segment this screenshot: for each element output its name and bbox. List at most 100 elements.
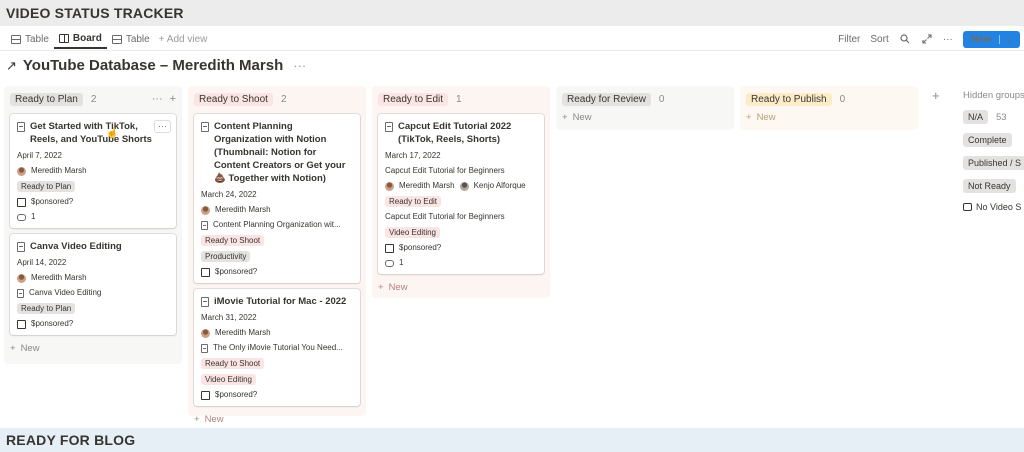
checkbox-icon[interactable] bbox=[17, 319, 26, 329]
tab-board[interactable]: Board bbox=[53, 29, 107, 49]
hidden-group-item[interactable]: Complete bbox=[963, 133, 1024, 147]
expand-icon[interactable] bbox=[921, 33, 933, 45]
card-title: iMovie Tutorial for Mac - 2022 bbox=[201, 295, 353, 308]
column-more-icon[interactable]: ··· bbox=[152, 93, 163, 105]
column-label[interactable]: Ready to Publish bbox=[746, 92, 832, 106]
page-icon bbox=[201, 297, 209, 307]
page-icon bbox=[17, 122, 25, 132]
section-title-video-status-tracker: VIDEO STATUS TRACKER bbox=[0, 0, 1024, 26]
avatar bbox=[201, 205, 210, 215]
avatar bbox=[201, 328, 210, 338]
category-tag: Productivity bbox=[201, 251, 251, 262]
sponsored-checkbox[interactable]: $ponsored? bbox=[17, 197, 169, 207]
database-title-text[interactable]: YouTube Database – Meredith Marsh bbox=[23, 57, 283, 74]
card-person: Meredith Marsh bbox=[17, 166, 169, 176]
column-new-button[interactable]: + New bbox=[378, 282, 544, 293]
card-title: Capcut Edit Tutorial 2022 (TikTok, Reels… bbox=[385, 120, 537, 146]
column-label[interactable]: Ready to Edit bbox=[378, 92, 449, 106]
plus-icon: + bbox=[194, 414, 200, 425]
column-new-button[interactable]: + New bbox=[194, 414, 360, 425]
column-label[interactable]: Ready to Plan bbox=[10, 92, 83, 106]
card-date: April 7, 2022 bbox=[17, 151, 62, 160]
tab-table-1[interactable]: Table bbox=[6, 29, 54, 49]
plus-icon: + bbox=[10, 343, 16, 354]
plus-icon: + bbox=[746, 112, 752, 123]
checkbox-icon[interactable] bbox=[385, 243, 394, 253]
more-options-icon[interactable]: ··· bbox=[943, 34, 953, 45]
status-tag: Ready to Plan bbox=[17, 181, 76, 192]
add-view-button[interactable]: + Add view bbox=[155, 34, 208, 45]
column-label[interactable]: Ready to Shoot bbox=[194, 92, 273, 106]
card-date: March 24, 2022 bbox=[201, 190, 257, 199]
tab-table-2[interactable]: Table bbox=[107, 29, 155, 49]
card-subtitle: Capcut Edit Tutorial for Beginners bbox=[385, 166, 505, 175]
sponsored-checkbox[interactable]: $ponsored? bbox=[17, 319, 169, 329]
column-count: 2 bbox=[90, 93, 97, 105]
link-arrow-icon[interactable]: ↗ bbox=[6, 58, 17, 74]
column-count: 0 bbox=[658, 93, 665, 105]
column-ready-to-plan: Ready to Plan 2 ··· + Get Started with Ti… bbox=[4, 86, 182, 364]
column-header: Ready for Review 0 bbox=[562, 90, 728, 108]
category-tag: Video Editing bbox=[201, 374, 256, 385]
sponsored-checkbox[interactable]: $ponsored? bbox=[201, 267, 353, 277]
card[interactable]: Get Started with TikTok, Reels, and YouT… bbox=[10, 114, 176, 228]
card[interactable]: iMovie Tutorial for Mac - 2022 March 31,… bbox=[194, 289, 360, 406]
card-date: March 17, 2022 bbox=[385, 151, 441, 160]
status-tag: Ready to Plan bbox=[17, 303, 76, 314]
column-ready-to-edit: Ready to Edit 1 Capcut Edit Tutorial 202… bbox=[372, 86, 550, 298]
card[interactable]: Content Planning Organization with Notio… bbox=[194, 114, 360, 283]
plus-icon: + bbox=[562, 112, 568, 123]
card-related-page[interactable]: Canva Video Editing bbox=[17, 288, 169, 298]
add-group-icon[interactable]: + bbox=[932, 88, 940, 103]
chevron-down-icon[interactable]: ⌄ bbox=[999, 34, 1012, 44]
filter-button[interactable]: Filter bbox=[838, 34, 860, 45]
checkbox-icon[interactable] bbox=[201, 267, 210, 277]
checkbox-icon[interactable] bbox=[201, 390, 210, 400]
hidden-group-item[interactable]: N/A 53 bbox=[963, 110, 1024, 124]
sort-button[interactable]: Sort bbox=[870, 34, 888, 45]
sponsored-checkbox[interactable]: $ponsored? bbox=[201, 390, 353, 400]
card-related-page[interactable]: Content Planning Organization wit... bbox=[201, 220, 353, 230]
page-icon bbox=[201, 343, 208, 353]
database-menu-icon[interactable]: ··· bbox=[293, 58, 306, 73]
card-comments: 1 bbox=[17, 212, 169, 222]
toolbar-divider bbox=[0, 50, 1024, 51]
no-status-icon bbox=[963, 203, 972, 211]
search-icon[interactable] bbox=[899, 33, 911, 45]
hidden-group-item[interactable]: No Video S bbox=[963, 202, 1024, 212]
card-more-icon[interactable]: ··· bbox=[154, 120, 171, 133]
column-ready-for-review: Ready for Review 0 + New bbox=[556, 86, 734, 130]
card-related-page[interactable]: The Only iMovie Tutorial You Need... bbox=[201, 343, 353, 353]
column-new-button[interactable]: + New bbox=[10, 343, 176, 354]
column-count: 1 bbox=[456, 93, 462, 105]
card-title: Content Planning Organization with Notio… bbox=[201, 120, 353, 185]
card-person: Meredith Marsh bbox=[17, 273, 169, 283]
card-date: April 14, 2022 bbox=[17, 258, 67, 267]
table-icon bbox=[11, 34, 21, 44]
card-person: Meredith Marsh bbox=[201, 328, 353, 338]
card[interactable]: Capcut Edit Tutorial 2022 (TikTok, Reels… bbox=[378, 114, 544, 274]
column-new-button[interactable]: + New bbox=[562, 112, 728, 123]
card[interactable]: Canva Video Editing April 14, 2022 Mered… bbox=[10, 234, 176, 335]
card-person: Meredith Marsh bbox=[201, 205, 353, 215]
database-title: ↗ YouTube Database – Meredith Marsh ··· bbox=[6, 57, 306, 74]
card-comments: 1 bbox=[385, 258, 537, 268]
hidden-group-item[interactable]: Not Ready bbox=[963, 179, 1024, 193]
status-tag: Ready to Shoot bbox=[201, 235, 265, 246]
page-icon bbox=[201, 220, 208, 230]
column-new-button[interactable]: + New bbox=[746, 112, 912, 123]
column-label[interactable]: Ready for Review bbox=[562, 92, 651, 106]
card-title: Get Started with TikTok, Reels, and YouT… bbox=[17, 120, 169, 146]
column-count: 2 bbox=[280, 93, 287, 105]
hidden-groups-title: Hidden groups bbox=[963, 90, 1024, 101]
status-tag: Ready to Shoot bbox=[201, 358, 265, 369]
section-title-ready-for-blog: READY FOR BLOG bbox=[0, 428, 1024, 452]
hidden-group-item[interactable]: Published / S bbox=[963, 156, 1024, 170]
avatar bbox=[385, 181, 394, 191]
column-count: 0 bbox=[839, 93, 846, 105]
column-add-icon[interactable]: + bbox=[170, 93, 176, 105]
sponsored-checkbox[interactable]: $ponsored? bbox=[385, 243, 537, 253]
checkbox-icon[interactable] bbox=[17, 197, 26, 207]
new-button[interactable]: New ⌄ bbox=[962, 30, 1020, 48]
avatar bbox=[17, 166, 26, 176]
